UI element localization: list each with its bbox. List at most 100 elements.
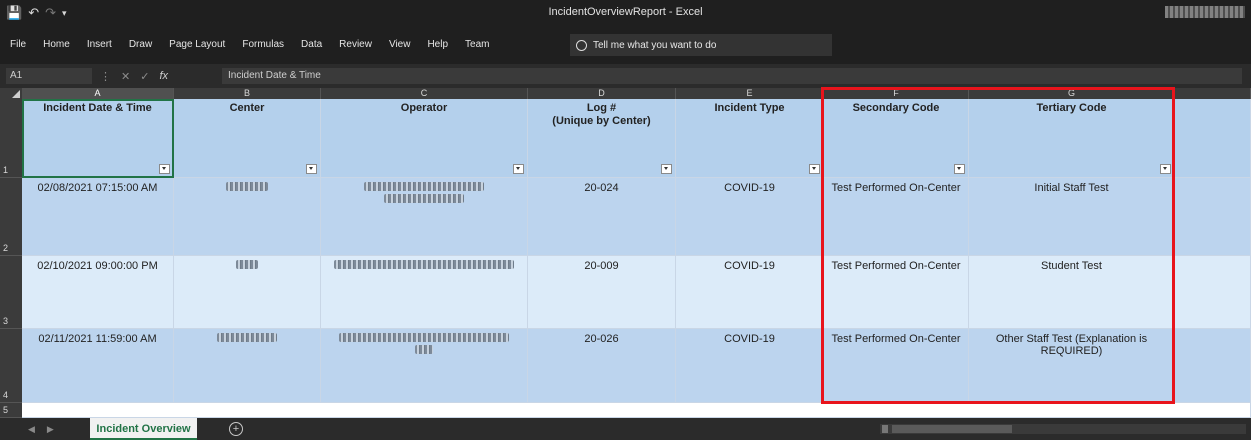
header-label: Tertiary Code	[1036, 102, 1107, 114]
redacted-text	[236, 260, 258, 269]
row-header-4[interactable]: 4	[0, 329, 22, 403]
cell-log[interactable]: 20-009	[528, 256, 676, 329]
tab-review[interactable]: Review	[339, 39, 372, 50]
column-header-empty[interactable]	[1175, 88, 1251, 99]
redacted-text	[384, 194, 464, 203]
formula-input[interactable]: Incident Date & Time	[222, 68, 1242, 84]
header-cell-date[interactable]: Incident Date & Time	[22, 99, 174, 178]
tab-data[interactable]: Data	[301, 39, 322, 50]
redacted-text	[364, 182, 484, 191]
filter-dropdown-icon[interactable]	[513, 164, 524, 174]
formula-controls: ⋮ ✕ ✓ fx	[100, 68, 168, 84]
header-cell-center[interactable]: Center	[174, 99, 321, 178]
cell-date[interactable]: 02/08/2021 07:15:00 AM	[22, 178, 174, 256]
cell-date[interactable]: 02/11/2021 11:59:00 AM	[22, 329, 174, 403]
user-name-redacted	[1165, 6, 1245, 18]
cell-secondary-code[interactable]: Test Performed On-Center	[824, 329, 969, 403]
redacted-text	[415, 345, 433, 354]
name-box[interactable]: A1	[6, 68, 92, 84]
title-bar: 💾 ↶ ↷ ▾ IncidentOverviewReport - Excel	[0, 0, 1251, 26]
column-header-c[interactable]: C	[321, 88, 528, 99]
ribbon-tabs: File Home Insert Draw Page Layout Formul…	[10, 39, 506, 50]
cancel-icon[interactable]: ✕	[121, 70, 130, 83]
redacted-text	[339, 333, 509, 342]
cell-center-redacted[interactable]	[174, 178, 321, 256]
formula-bar: A1 ⋮ ✕ ✓ fx Incident Date & Time	[0, 64, 1251, 88]
empty-cell[interactable]	[1175, 178, 1251, 256]
header-cell-incident-type[interactable]: Incident Type	[676, 99, 824, 178]
ribbon: File Home Insert Draw Page Layout Formul…	[0, 26, 1251, 64]
tab-team[interactable]: Team	[465, 39, 489, 50]
plus-circle-icon[interactable]: +	[229, 422, 243, 436]
cell-incident-type[interactable]: COVID-19	[676, 329, 824, 403]
header-label: Incident Date & Time	[43, 102, 152, 114]
window-title: IncidentOverviewReport - Excel	[548, 6, 703, 18]
tell-me-text: Tell me what you want to do	[593, 39, 717, 51]
insert-function-icon[interactable]: fx	[159, 70, 168, 82]
row-header-3[interactable]: 3	[0, 256, 22, 329]
redacted-text	[226, 182, 268, 191]
empty-cell[interactable]	[1175, 329, 1251, 403]
row-header-5[interactable]: 5	[0, 403, 22, 418]
sheet-tab-bar: ◀ ▶ Incident Overview +	[0, 418, 1251, 440]
cell-tertiary-code[interactable]: Other Staff Test (Explanation is REQUIRE…	[969, 329, 1175, 403]
cell-operator-redacted[interactable]	[321, 178, 528, 256]
tab-home[interactable]: Home	[43, 39, 70, 50]
filter-dropdown-icon[interactable]	[159, 164, 170, 174]
cell-date[interactable]: 02/10/2021 09:00:00 PM	[22, 256, 174, 329]
column-header-g[interactable]: G	[969, 88, 1175, 99]
cell-operator-redacted[interactable]	[321, 256, 528, 329]
filter-dropdown-icon[interactable]	[1160, 164, 1171, 174]
next-sheet-icon[interactable]: ▶	[47, 424, 54, 435]
filter-dropdown-icon[interactable]	[954, 164, 965, 174]
tab-page-layout[interactable]: Page Layout	[169, 39, 225, 50]
cell-center-redacted[interactable]	[174, 256, 321, 329]
tab-formulas[interactable]: Formulas	[242, 39, 284, 50]
row-header-2[interactable]: 2	[0, 178, 22, 256]
cell-tertiary-code[interactable]: Student Test	[969, 256, 1175, 329]
column-header-b[interactable]: B	[174, 88, 321, 99]
sheet-tab-incident-overview[interactable]: Incident Overview	[90, 418, 197, 440]
filter-dropdown-icon[interactable]	[809, 164, 820, 174]
redacted-text	[217, 333, 277, 342]
cell-tertiary-code[interactable]: Initial Staff Test	[969, 178, 1175, 256]
scroll-left-icon[interactable]	[882, 425, 888, 433]
tab-file[interactable]: File	[10, 39, 26, 50]
row-header-1[interactable]: 1	[0, 99, 22, 178]
empty-cell[interactable]	[1175, 99, 1251, 178]
cell-incident-type[interactable]: COVID-19	[676, 178, 824, 256]
cell-log[interactable]: 20-024	[528, 178, 676, 256]
cell-incident-type[interactable]: COVID-19	[676, 256, 824, 329]
column-header-d[interactable]: D	[528, 88, 676, 99]
enter-icon[interactable]: ✓	[140, 70, 149, 83]
select-all-button[interactable]	[0, 88, 22, 99]
tab-insert[interactable]: Insert	[87, 39, 112, 50]
scroll-thumb[interactable]	[892, 425, 1012, 433]
empty-cell[interactable]	[1175, 256, 1251, 329]
horizontal-scrollbar[interactable]	[880, 424, 1246, 434]
header-cell-secondary-code[interactable]: Secondary Code	[824, 99, 969, 178]
filter-dropdown-icon[interactable]	[661, 164, 672, 174]
cell-center-redacted[interactable]	[174, 329, 321, 403]
column-header-f[interactable]: F	[824, 88, 969, 99]
tab-help[interactable]: Help	[427, 39, 448, 50]
prev-sheet-icon[interactable]: ◀	[28, 424, 35, 435]
filter-dropdown-icon[interactable]	[306, 164, 317, 174]
cell-secondary-code[interactable]: Test Performed On-Center	[824, 178, 969, 256]
more-icon[interactable]: ⋮	[100, 70, 111, 83]
tab-view[interactable]: View	[389, 39, 411, 50]
header-cell-tertiary-code[interactable]: Tertiary Code	[969, 99, 1175, 178]
sheet-nav: ◀ ▶	[28, 424, 54, 435]
header-label: Secondary Code	[852, 102, 940, 114]
cell-log[interactable]: 20-026	[528, 329, 676, 403]
empty-row[interactable]	[22, 403, 1251, 418]
column-header-e[interactable]: E	[676, 88, 824, 99]
header-cell-log[interactable]: Log # (Unique by Center)	[528, 99, 676, 178]
header-cell-operator[interactable]: Operator	[321, 99, 528, 178]
cell-secondary-code[interactable]: Test Performed On-Center	[824, 256, 969, 329]
header-label: Operator	[400, 102, 448, 114]
tab-draw[interactable]: Draw	[129, 39, 152, 50]
tell-me-search[interactable]: Tell me what you want to do	[570, 34, 832, 56]
column-header-a[interactable]: A	[22, 88, 174, 99]
cell-operator-redacted[interactable]	[321, 329, 528, 403]
